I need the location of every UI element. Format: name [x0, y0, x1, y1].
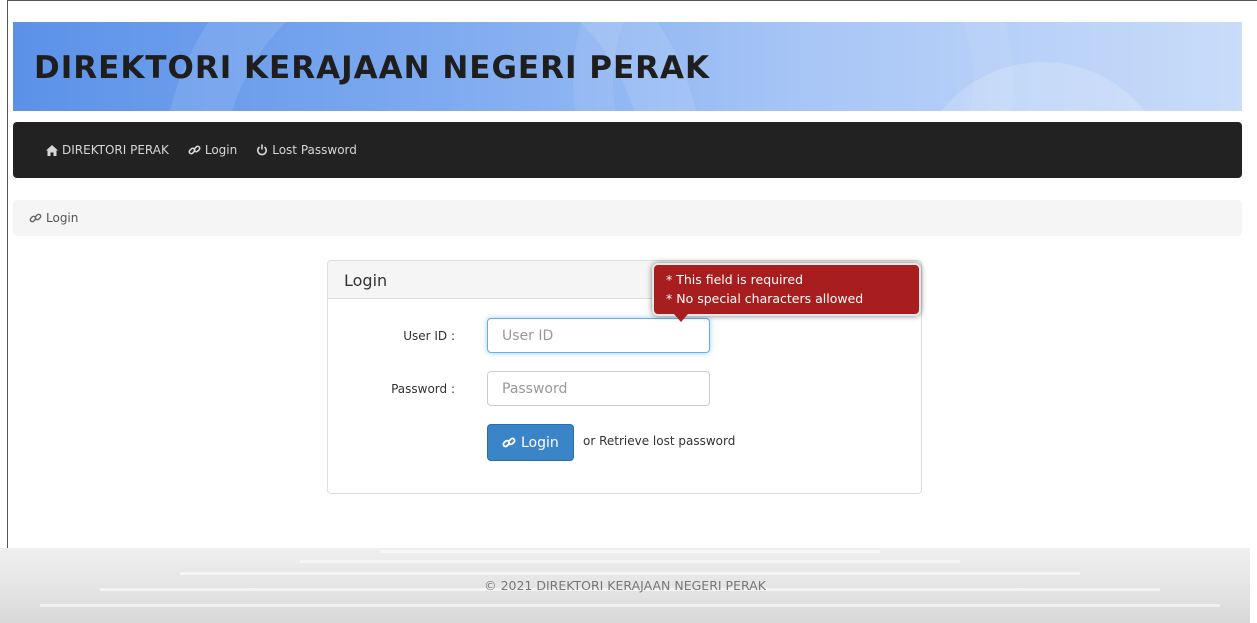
nav-item-label: Lost Password: [272, 143, 357, 157]
password-label: Password :: [391, 381, 455, 396]
home-icon: [46, 144, 58, 156]
retrieve-password-link[interactable]: or Retrieve lost password: [583, 434, 735, 448]
breadcrumb-item-login[interactable]: Login: [46, 211, 78, 225]
footer-decoration: [180, 572, 1080, 575]
user-id-input[interactable]: [487, 318, 710, 353]
site-title: DIREKTORI KERAJAAN NEGERI PERAK: [34, 50, 711, 86]
link-icon: [188, 144, 201, 157]
footer-decoration: [40, 604, 1220, 607]
password-row: Password :: [328, 371, 710, 406]
top-navbar: DIREKTORI PERAK Login Lost Password: [13, 122, 1242, 178]
copyright-text: © 2021 DIREKTORI KERAJAAN NEGERI PERAK: [484, 578, 766, 593]
nav-item-login[interactable]: Login: [188, 143, 237, 157]
password-input[interactable]: [487, 371, 710, 406]
link-icon: [29, 212, 42, 225]
link-icon: [502, 436, 516, 450]
header-banner: DIREKTORI KERAJAAN NEGERI PERAK: [13, 22, 1242, 111]
tooltip-arrow: [674, 314, 688, 322]
login-button[interactable]: Login: [487, 424, 574, 461]
validation-message-required: * This field is required: [666, 272, 804, 287]
power-icon: [256, 144, 268, 156]
user-id-label: User ID :: [403, 328, 455, 343]
nav-item-lost-password[interactable]: Lost Password: [256, 143, 357, 157]
breadcrumb: Login: [13, 200, 1242, 236]
nav-item-label: Login: [204, 143, 238, 157]
nav-item-label: DIREKTORI PERAK: [62, 143, 169, 157]
footer: © 2021 DIREKTORI KERAJAAN NEGERI PERAK: [0, 548, 1250, 623]
footer-decoration: [300, 560, 960, 563]
validation-message-special-chars: * No special characters allowed: [666, 291, 864, 306]
user-id-row: User ID :: [328, 318, 710, 353]
nav-item-home[interactable]: DIREKTORI PERAK: [46, 143, 169, 157]
validation-tooltip: * This field is required * No special ch…: [652, 263, 921, 316]
login-button-label: Login: [521, 434, 559, 451]
footer-decoration: [380, 550, 880, 553]
